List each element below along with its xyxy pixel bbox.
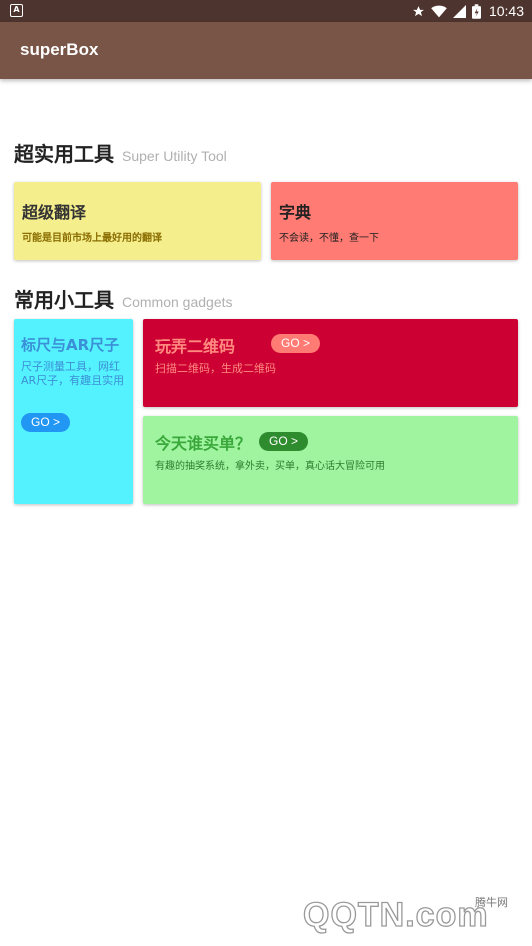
translate-card[interactable]: 超级翻译 可能是目前市场上最好用的翻译 <box>14 182 261 260</box>
app-title: superBox <box>20 40 99 59</box>
watermark: QQTN.com 腾牛网 <box>302 890 518 938</box>
dictionary-desc: 不会读，不懂，查一下 <box>279 233 379 244</box>
watermark-sub: 腾牛网 <box>475 896 508 909</box>
ruler-go-button[interactable]: GO > <box>21 413 71 432</box>
dictionary-card[interactable]: 字典 不会读，不懂，查一下 <box>271 182 518 260</box>
ruler-card[interactable]: 标尺与AR尺子 尺子测量工具，网红AR尺子，有趣且实用 GO > <box>14 319 133 504</box>
ruler-title: 标尺与AR尺子 <box>21 336 120 354</box>
section-subtitle: Super Utility Tool <box>122 148 227 164</box>
battery-icon <box>471 3 481 19</box>
translate-title: 超级翻译 <box>22 203 87 222</box>
qrcode-go-button[interactable]: GO > <box>271 334 321 353</box>
section-title: 常用小工具 <box>14 288 114 312</box>
app-bar: superBox <box>0 22 532 79</box>
whopays-desc: 有趣的抽奖系统，拿外卖，买单，真心话大冒险可用 <box>155 461 385 472</box>
section-header-common-gadgets: 常用小工具 Common gadgets <box>14 284 233 313</box>
section-title: 超实用工具 <box>14 142 114 166</box>
star-icon <box>413 5 424 16</box>
qrcode-card[interactable]: 玩弄二维码 GO > 扫描二维码，生成二维码 <box>143 319 518 407</box>
notification-app-icon: A <box>10 4 23 17</box>
section-subtitle: Common gadgets <box>122 294 233 310</box>
watermark-logo: QQTN.com <box>302 895 489 934</box>
whopays-card[interactable]: 今天谁买单？ GO > 有趣的抽奖系统，拿外卖，买单，真心话大冒险可用 <box>143 416 518 504</box>
status-bar: A 10:43 <box>0 0 532 22</box>
ruler-desc: 尺子测量工具，网红AR尺子，有趣且实用 <box>21 360 125 387</box>
qrcode-title: 玩弄二维码 <box>155 337 236 356</box>
whopays-title: 今天谁买单？ <box>155 434 252 453</box>
signal-icon <box>452 4 466 18</box>
dictionary-title: 字典 <box>279 203 312 222</box>
status-icons: 10:43 <box>412 0 524 22</box>
qrcode-desc: 扫描二维码，生成二维码 <box>155 362 276 375</box>
translate-desc: 可能是目前市场上最好用的翻译 <box>22 233 162 244</box>
wifi-icon <box>431 5 447 17</box>
section-header-super-utility: 超实用工具 Super Utility Tool <box>14 138 227 167</box>
whopays-go-button[interactable]: GO > <box>259 432 309 451</box>
status-time: 10:43 <box>488 3 524 19</box>
